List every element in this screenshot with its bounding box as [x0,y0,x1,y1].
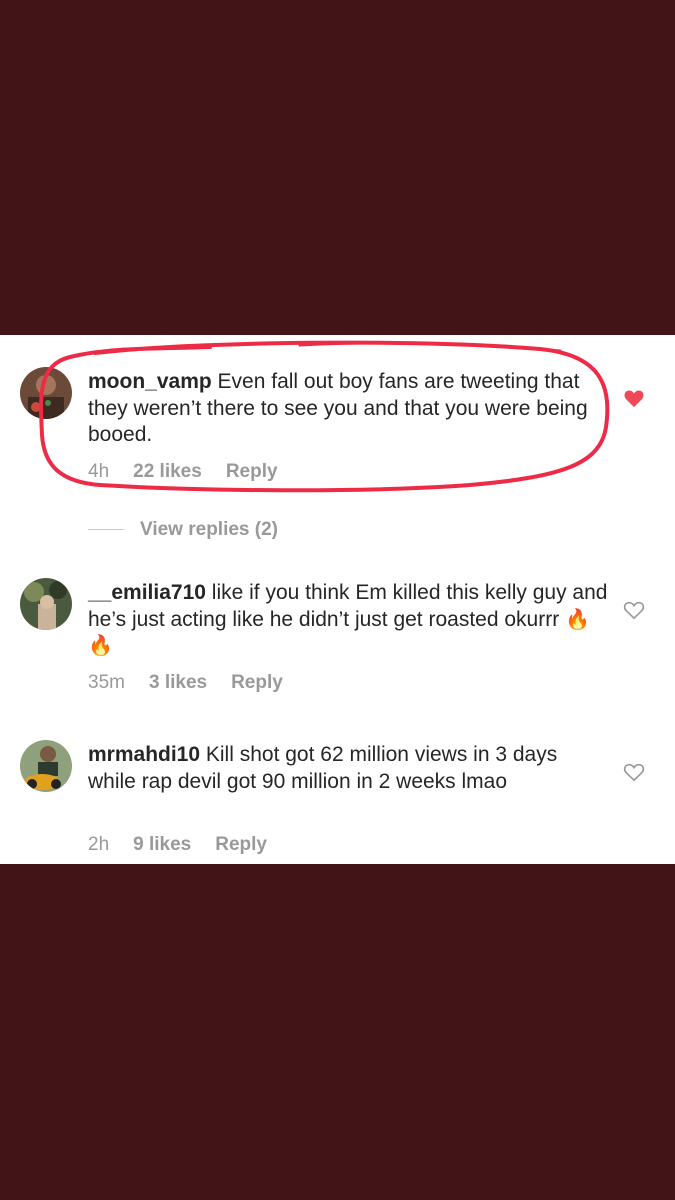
reply-button[interactable]: Reply [231,672,283,693]
view-replies-label: View replies (2) [140,519,278,540]
comment-time: 2h [88,834,110,855]
comment-meta: 35m 3 likes Reply [88,672,307,694]
comment-likes[interactable]: 3 likes [149,672,207,693]
comment-meta: 4h 22 likes Reply [88,461,302,483]
comment-likes[interactable]: 9 likes [133,834,191,855]
view-replies-button[interactable]: View replies (2) [88,519,278,541]
heart-icon[interactable] [623,762,645,782]
comments-panel: moon_vamp Even fall out boy fans are twe… [0,335,675,864]
avatar[interactable] [20,578,72,630]
reply-button[interactable]: Reply [226,461,278,482]
comment-text: mrmahdi10 Kill shot got 62 million views… [88,742,608,795]
liked-heart-icon[interactable] [623,388,645,408]
comment-time: 4h [88,461,110,482]
comment-text: moon_vamp Even fall out boy fans are twe… [88,369,608,449]
reply-button[interactable]: Reply [215,834,267,855]
comment-username[interactable]: mrmahdi10 [88,743,200,766]
avatar[interactable] [20,740,72,792]
comment-time: 35m [88,672,125,693]
comment-likes[interactable]: 22 likes [133,461,202,482]
comment-username[interactable]: __emilia710 [88,581,206,604]
comment-text: __emilia710 like if you think Em killed … [88,580,608,660]
avatar[interactable] [20,367,72,419]
heart-icon[interactable] [623,600,645,620]
comment-meta: 2h 9 likes Reply [88,834,291,856]
comment-username[interactable]: moon_vamp [88,370,212,393]
divider [88,529,124,531]
